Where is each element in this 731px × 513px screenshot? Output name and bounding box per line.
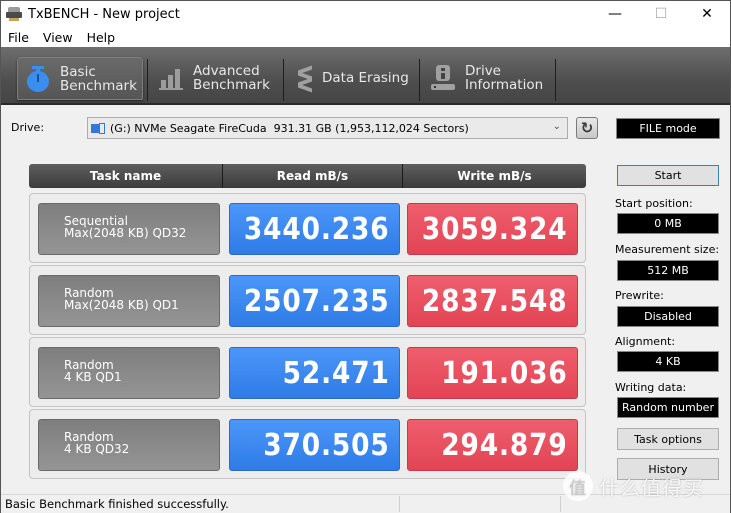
stopwatch-icon [26,65,50,92]
measurement-size-value[interactable]: 512 MB [617,260,719,281]
status-divider [560,496,561,512]
bar-chart-icon [159,65,183,91]
refresh-button[interactable]: ↻ [576,117,598,139]
minimize-button[interactable]: — [592,1,638,27]
title-bar: TxBENCH - New project — ☐ ✕ [1,1,730,27]
app-window: TxBENCH - New project — ☐ ✕ File View He… [0,0,731,513]
header-task-name: Task name [89,169,162,183]
task-button-random-4kb-qd1[interactable]: Random 4 KB QD1 [38,347,220,399]
header-read: Read mB/s [222,164,402,188]
tab-label-line1: Drive [465,63,501,79]
results-header: Task name Read mB/s Write mB/s [29,164,586,188]
alignment-label: Alignment: [615,335,676,348]
menu-view[interactable]: View [36,30,80,45]
read-value: 370.505 [229,419,400,471]
watermark-logo-icon: 值 [563,471,593,501]
tab-data-erasing[interactable]: Data Erasing [286,57,409,99]
tab-divider [555,59,556,101]
result-row: Random 4 KB QD32 370.505 294.879 [29,409,586,479]
writing-data-value[interactable]: Random number [617,397,719,418]
task-button-random-4kb-qd32[interactable]: Random 4 KB QD32 [38,419,220,471]
tab-label-line1: Data Erasing [322,70,409,86]
task-line2: 4 KB QD1 [64,370,122,384]
tab-label-line2: Benchmark [60,77,137,94]
refresh-icon: ↻ [580,119,594,137]
status-divider [399,496,400,512]
mode-indicator: FILE mode [616,118,720,139]
drive-select[interactable]: (G:) NVMe Seagate FireCuda 931.31 GB (1,… [87,117,568,139]
tab-drive-information[interactable]: Drive Information [423,57,543,99]
prewrite-label: Prewrite: [615,289,664,302]
measurement-size-label: Measurement size: [615,243,720,256]
prewrite-value[interactable]: Disabled [617,306,719,327]
tab-bar: Basic Benchmark Advanced Benchmark Data … [1,47,730,105]
write-value: 3059.324 [407,203,578,255]
writing-data-label: Writing data: [615,381,687,394]
tab-label-line1: Advanced [193,63,260,79]
tab-advanced-benchmark[interactable]: Advanced Benchmark [151,57,270,99]
result-row: Sequential Max(2048 KB) QD32 3440.236 30… [29,193,586,263]
alignment-value[interactable]: 4 KB [617,351,719,372]
result-row: Random 4 KB QD1 52.471 191.036 [29,337,586,407]
tab-divider [283,59,284,101]
menu-bar: File View Help [1,27,730,47]
tab-divider [147,59,148,101]
app-icon [6,7,22,21]
task-line2: 4 KB QD32 [64,442,130,456]
task-line2: Max(2048 KB) QD1 [64,298,179,312]
menu-file[interactable]: File [1,30,36,45]
start-button[interactable]: Start [617,165,719,186]
tab-label-line2: Information [465,77,544,93]
read-value: 2507.235 [229,275,400,327]
write-value: 294.879 [407,419,578,471]
task-button-sequential-qd32[interactable]: Sequential Max(2048 KB) QD32 [38,203,220,255]
write-value: 191.036 [407,347,578,399]
maximize-button[interactable]: ☐ [638,1,684,27]
read-value: 3440.236 [229,203,400,255]
tab-divider [419,59,420,101]
drive-selected-value: (G:) NVMe Seagate FireCuda 931.31 GB (1,… [110,121,469,135]
chevron-down-icon: ⌄ [552,121,561,132]
tab-basic-benchmark[interactable]: Basic Benchmark [17,57,143,100]
close-button[interactable]: ✕ [684,1,730,27]
task-line2: Max(2048 KB) QD32 [64,226,187,240]
write-value: 2837.548 [407,275,578,327]
drive-label: Drive: [11,121,45,134]
task-options-button[interactable]: Task options [617,428,719,450]
read-value: 52.471 [229,347,400,399]
tab-label-line1: Basic [60,63,96,80]
task-button-random-max-qd1[interactable]: Random Max(2048 KB) QD1 [38,275,220,327]
menu-help[interactable]: Help [80,30,123,45]
tab-label-line2: Benchmark [193,77,270,93]
start-position-label: Start position: [615,197,693,210]
watermark-text: 什么值得买 [599,475,704,500]
window-title: TxBENCH - New project [28,6,180,22]
status-message: Basic Benchmark finished successfully. [5,497,229,511]
watermark: 值 什么值得买 [563,471,704,501]
header-write: Write mB/s [402,164,586,188]
drive-info-icon [431,65,455,91]
erase-icon [294,65,314,93]
result-row: Random Max(2048 KB) QD1 2507.235 2837.54… [29,265,586,335]
start-position-value[interactable]: 0 MB [617,213,719,234]
drive-icon [91,122,106,134]
